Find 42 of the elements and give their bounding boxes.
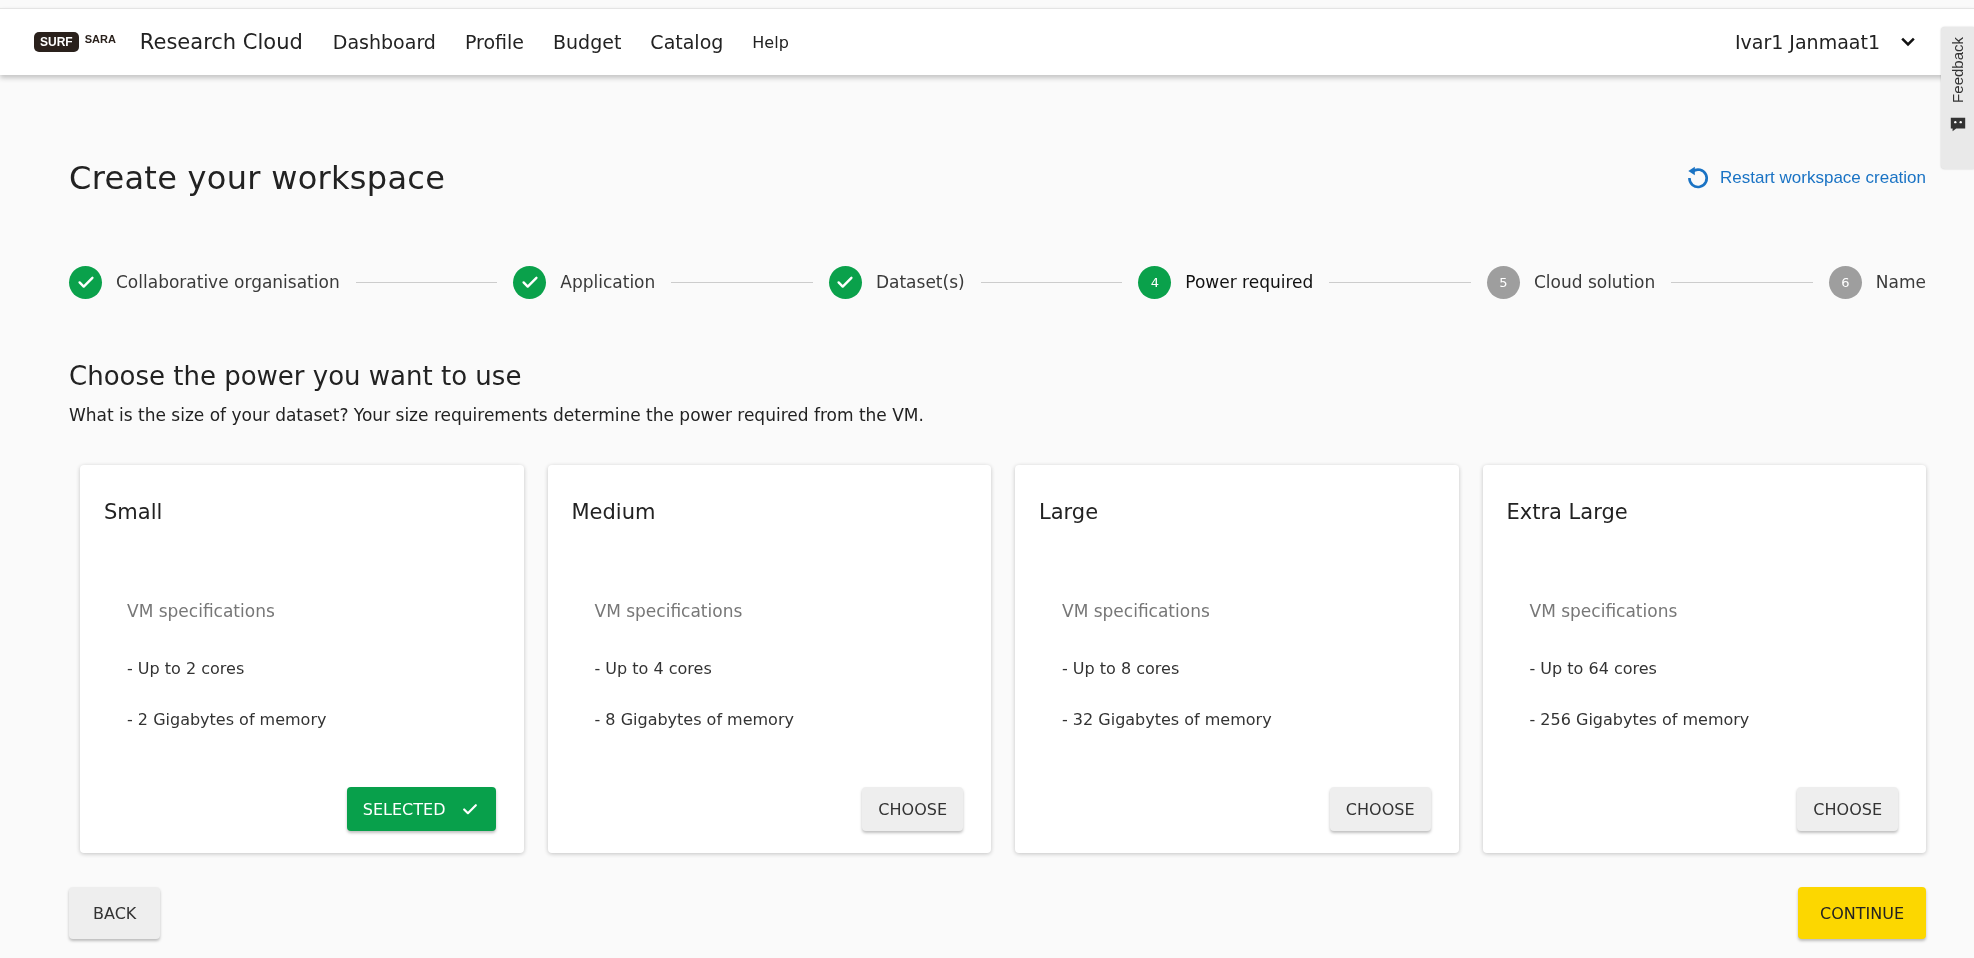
nav-link[interactable]: Dashboard xyxy=(332,31,436,53)
choose-button[interactable]: CHOOSE xyxy=(1329,787,1431,831)
spec-item: - 2 Gigabytes of memory xyxy=(127,710,328,729)
spec-item: - Up to 64 cores xyxy=(1529,659,1658,678)
feedback-tab[interactable]: Feedback xyxy=(1941,27,1974,169)
back-button[interactable]: BACK xyxy=(69,887,161,939)
card-title: Medium xyxy=(571,500,657,524)
step-label: Collaborative organisation xyxy=(116,272,340,292)
nav-link[interactable]: Catalog xyxy=(650,31,724,53)
step-number: 4 xyxy=(1138,265,1172,299)
spec-item: - Up to 8 cores xyxy=(1062,659,1181,678)
spec-item: - Up to 2 cores xyxy=(127,659,246,678)
card-title: Large xyxy=(1039,500,1100,524)
user-menu[interactable]: Ivar1 Janmaat1 xyxy=(1734,31,1880,53)
step-number: 6 xyxy=(1828,265,1862,299)
step-label: Dataset(s) xyxy=(875,272,965,292)
continue-button[interactable]: CONTINUE xyxy=(1798,887,1926,939)
spec-heading: VM specifications xyxy=(594,601,744,621)
spec-item: - 8 Gigabytes of memory xyxy=(594,710,795,729)
spec-item: - Up to 4 cores xyxy=(594,659,713,678)
choose-button[interactable]: CHOOSE xyxy=(862,787,963,831)
page-title: Create your workspace xyxy=(69,159,446,197)
nav-link[interactable]: Help xyxy=(752,32,789,52)
spec-item: - 32 Gigabytes of memory xyxy=(1062,710,1273,729)
restart-link[interactable]: Restart workspace creation xyxy=(1684,165,1926,191)
step-label: Power required xyxy=(1185,272,1314,292)
step-label: Cloud solution xyxy=(1533,272,1656,292)
nav-link[interactable]: Profile xyxy=(464,31,524,53)
spec-heading: VM specifications xyxy=(1529,601,1679,621)
card-title: Small xyxy=(104,500,164,524)
step-number: 5 xyxy=(1486,265,1520,299)
section-title: Choose the power you want to use xyxy=(69,361,523,391)
step-label: Application xyxy=(560,272,656,292)
app-title[interactable]: Research Cloud xyxy=(139,30,303,54)
spec-heading: VM specifications xyxy=(127,601,276,621)
spec-item: - 256 Gigabytes of memory xyxy=(1529,710,1751,729)
choose-button[interactable]: CHOOSE xyxy=(1797,787,1898,831)
step-label: Name xyxy=(1875,272,1926,292)
spec-heading: VM specifications xyxy=(1062,601,1211,621)
nav-link[interactable]: Budget xyxy=(553,31,622,53)
card-title: Extra Large xyxy=(1506,500,1629,524)
section-description: What is the size of your dataset? Your size requirements determine the power required from the VM. xyxy=(69,405,925,425)
